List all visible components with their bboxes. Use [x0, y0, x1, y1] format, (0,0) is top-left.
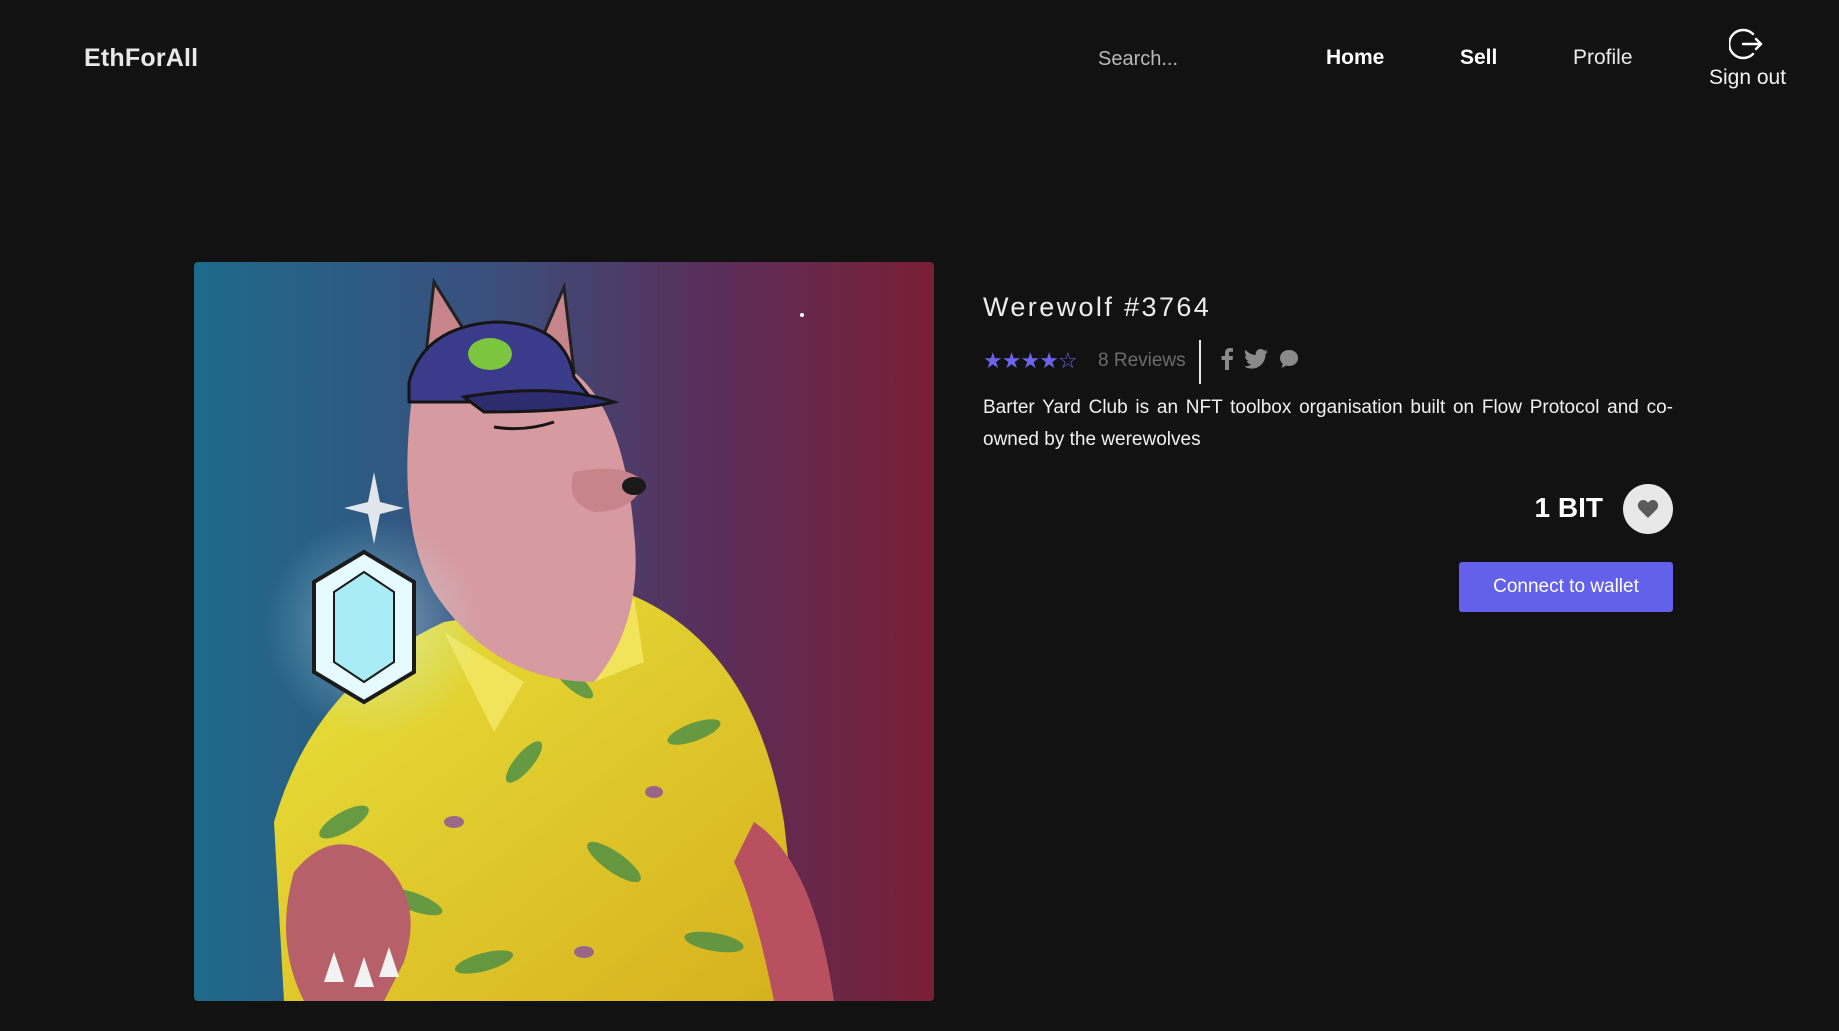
facebook-icon[interactable] [1220, 348, 1234, 375]
connect-wallet-button[interactable]: Connect to wallet [1459, 562, 1673, 612]
search-input[interactable] [1098, 44, 1268, 74]
price-row: 1 BIT [1373, 482, 1673, 538]
rating-row: ★★★★☆ 8 Reviews [983, 336, 1383, 384]
product-title: Werewolf #3764 [983, 292, 1212, 322]
brand-logo[interactable]: EthForAll [84, 44, 198, 73]
star-filled-icon: ★ [1039, 348, 1059, 373]
star-filled-icon: ★ [983, 348, 1003, 373]
nav-profile-link[interactable]: Profile [1573, 46, 1633, 70]
logout-icon [1729, 28, 1763, 60]
reviews-count-link[interactable]: 8 Reviews [1098, 350, 1186, 372]
social-share-links [1220, 348, 1305, 370]
chat-icon[interactable] [1279, 349, 1299, 374]
sign-out-label: Sign out [1709, 66, 1787, 89]
star-filled-icon: ★ [1001, 348, 1022, 373]
top-navigation-bar: EthForAll Home Sell Profile Sign out [0, 0, 1839, 120]
sign-out-button[interactable]: Sign out [1706, 26, 1786, 92]
favorite-button[interactable] [1623, 484, 1673, 534]
nft-artwork-image [194, 262, 934, 1001]
twitter-icon[interactable] [1244, 349, 1269, 374]
heart-icon [1637, 500, 1659, 518]
nav-sell-link[interactable]: Sell [1460, 46, 1497, 70]
product-description: Barter Yard Club is an NFT toolbox organ… [983, 397, 1673, 450]
divider [1199, 340, 1201, 384]
star-empty-icon: ☆ [1057, 348, 1078, 373]
werewolf-illustration [264, 277, 834, 1001]
star-filled-icon: ★ [1020, 348, 1040, 373]
star-rating: ★★★★☆ [983, 348, 1078, 374]
product-info-panel: Werewolf #3764 ★★★★☆ 8 Reviews Barter Ya… [983, 292, 1673, 612]
nav-home-link[interactable]: Home [1326, 46, 1384, 70]
price-label: 1 BIT [1534, 492, 1603, 523]
